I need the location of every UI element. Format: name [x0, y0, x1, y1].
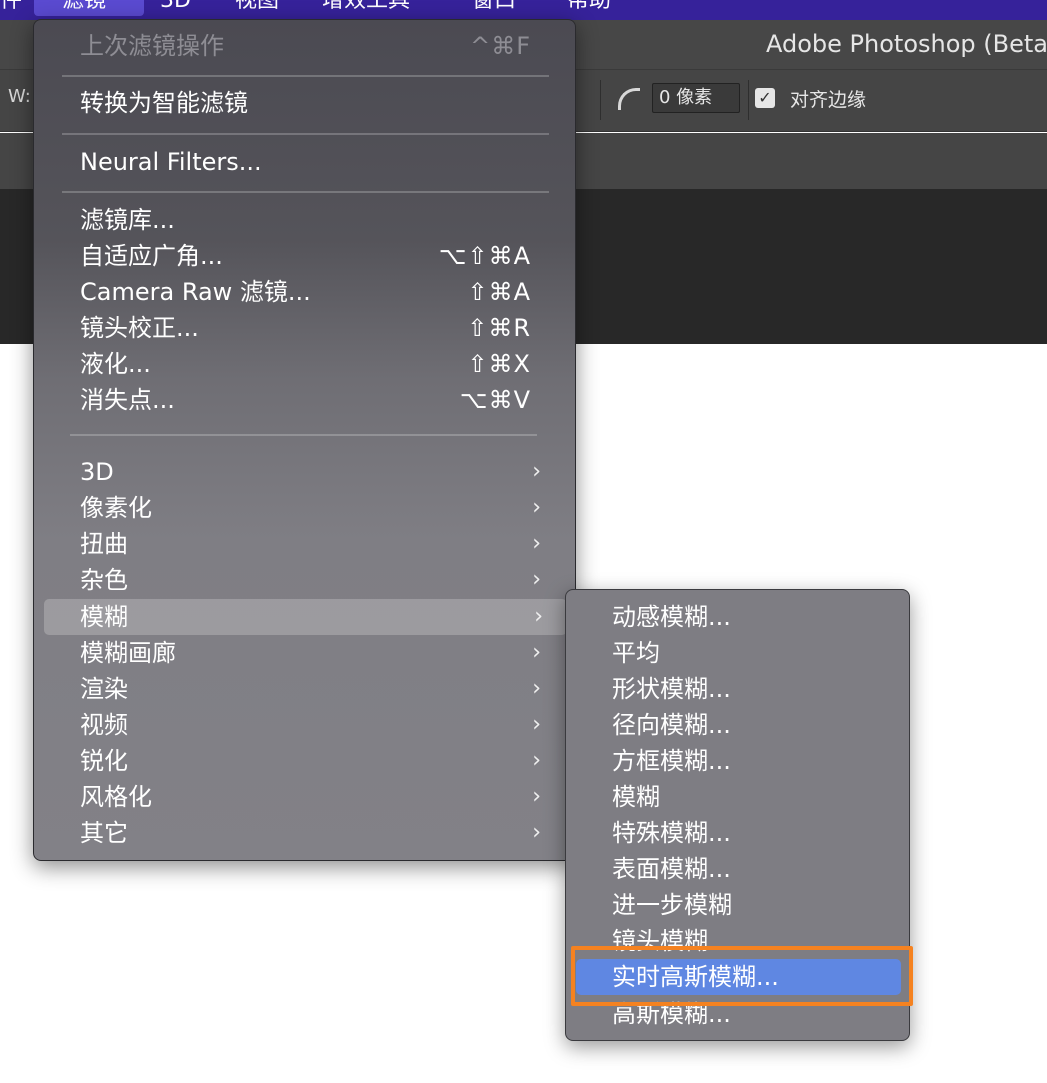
menu-item-last-filter: 上次滤镜操作 ^⌘F: [34, 28, 575, 64]
menu-item-label: 滤镜库...: [80, 206, 175, 234]
submenu-item-shape-blur[interactable]: 形状模糊...: [566, 671, 909, 707]
align-edges-checkbox[interactable]: ✓: [755, 88, 775, 108]
submenu-item-label: 平均: [612, 639, 660, 667]
menu-item-camera-raw[interactable]: Camera Raw 滤镜... ⇧⌘A: [34, 274, 575, 310]
submenu-item-smart-blur[interactable]: 特殊模糊...: [566, 815, 909, 851]
macos-menubar: 件 滤镜 3D 视图 增效工具 窗口 帮助: [0, 0, 1047, 20]
chevron-right-icon: ›: [532, 531, 541, 556]
submenu-item-label: 形状模糊...: [612, 675, 731, 703]
chevron-right-icon: ›: [532, 820, 541, 845]
menubar-item-filter[interactable]: 滤镜: [62, 0, 106, 16]
menu-divider: [62, 133, 549, 135]
submenu-item-blur[interactable]: 模糊: [566, 779, 909, 815]
menu-item-label: 风格化: [80, 783, 152, 811]
menubar-item-file[interactable]: 件: [0, 0, 22, 16]
menu-item-lens-correction[interactable]: 镜头校正... ⇧⌘R: [34, 310, 575, 346]
submenu-item-label: 进一步模糊: [612, 891, 732, 919]
submenu-item-label: 方框模糊...: [612, 747, 731, 775]
menu-item-shortcut: ⌥⇧⌘A: [438, 242, 531, 270]
menu-item-shortcut: ⇧⌘A: [467, 278, 531, 306]
menu-item-label: 模糊: [80, 603, 128, 631]
chevron-right-icon: ›: [532, 784, 541, 809]
chevron-right-icon: ›: [532, 459, 541, 484]
chevron-right-icon: ›: [532, 495, 541, 520]
chevron-right-icon: ›: [532, 567, 541, 592]
submenu-item-label: 模糊: [612, 783, 660, 811]
submenu-item-label: 特殊模糊...: [612, 819, 731, 847]
menu-item-other[interactable]: 其它 ›: [34, 815, 575, 851]
menu-divider: [70, 434, 537, 436]
menu-item-label: 镜头校正...: [80, 314, 199, 342]
menu-item-label: 自适应广角...: [80, 242, 223, 270]
menu-item-shortcut: ^⌘F: [470, 32, 531, 60]
menu-item-label: 视频: [80, 711, 128, 739]
radius-input[interactable]: 0 像素: [652, 83, 740, 113]
chevron-right-icon: ›: [532, 676, 541, 701]
menu-item-label: Neural Filters...: [80, 148, 262, 176]
menu-item-video[interactable]: 视频 ›: [34, 707, 575, 743]
menubar-item-3d[interactable]: 3D: [160, 0, 191, 16]
menubar-item-window[interactable]: 窗口: [472, 0, 516, 16]
menu-item-shortcut: ⇧⌘R: [467, 314, 531, 342]
menu-item-label: 扭曲: [80, 530, 128, 558]
menu-item-label: 上次滤镜操作: [80, 32, 224, 60]
submenu-item-label: 动感模糊...: [612, 603, 731, 631]
menu-item-3d[interactable]: 3D ›: [34, 454, 575, 490]
menu-item-label: 转换为智能滤镜: [80, 89, 248, 117]
menu-item-vanishing-point[interactable]: 消失点... ⌥⌘V: [34, 382, 575, 418]
menu-item-stylize[interactable]: 风格化 ›: [34, 779, 575, 815]
submenu-item-box-blur[interactable]: 方框模糊...: [566, 743, 909, 779]
submenu-item-label: 径向模糊...: [612, 711, 731, 739]
menu-item-label: 液化...: [80, 350, 151, 378]
width-label: W:: [8, 86, 31, 107]
menu-item-pixelate[interactable]: 像素化 ›: [34, 490, 575, 526]
menu-item-sharpen[interactable]: 锐化 ›: [34, 743, 575, 779]
menu-item-distort[interactable]: 扭曲 ›: [34, 526, 575, 562]
menubar-item-view[interactable]: 视图: [235, 0, 279, 16]
menubar-item-plugins[interactable]: 增效工具: [322, 0, 410, 16]
chevron-right-icon: ›: [534, 604, 543, 629]
menu-item-label: 3D: [80, 458, 114, 486]
options-separator: [748, 80, 749, 120]
menu-item-convert-smart-filter[interactable]: 转换为智能滤镜: [34, 85, 575, 121]
chevron-right-icon: ›: [532, 748, 541, 773]
menu-item-label: 锐化: [80, 747, 128, 775]
menu-item-neural-filters[interactable]: Neural Filters...: [34, 144, 575, 180]
menu-item-noise[interactable]: 杂色 ›: [34, 562, 575, 598]
menubar-item-help[interactable]: 帮助: [567, 0, 611, 16]
menu-item-blur-gallery[interactable]: 模糊画廊 ›: [34, 635, 575, 671]
highlight-annotation-box: [571, 946, 913, 1006]
menu-item-filter-gallery[interactable]: 滤镜库...: [34, 202, 575, 238]
menu-item-shortcut: ⇧⌘X: [467, 350, 531, 378]
filter-menu: 上次滤镜操作 ^⌘F 转换为智能滤镜 Neural Filters... 滤镜库…: [33, 19, 576, 861]
submenu-item-surface-blur[interactable]: 表面模糊...: [566, 851, 909, 887]
corner-radius-icon: [618, 88, 640, 110]
chevron-right-icon: ›: [532, 712, 541, 737]
submenu-item-motion-blur[interactable]: 动感模糊...: [566, 599, 909, 635]
menu-item-label: 其它: [80, 819, 128, 847]
menu-item-blur[interactable]: 模糊 ›: [44, 599, 567, 635]
menu-item-label: Camera Raw 滤镜...: [80, 278, 311, 306]
menu-item-label: 渲染: [80, 675, 128, 703]
align-edges-label: 对齐边缘: [790, 89, 867, 111]
menu-item-adaptive-wide-angle[interactable]: 自适应广角... ⌥⇧⌘A: [34, 238, 575, 274]
submenu-item-average[interactable]: 平均: [566, 635, 909, 671]
submenu-item-label: 表面模糊...: [612, 855, 731, 883]
menu-item-label: 模糊画廊: [80, 639, 176, 667]
menu-item-shortcut: ⌥⌘V: [459, 386, 531, 414]
submenu-item-blur-more[interactable]: 进一步模糊: [566, 887, 909, 923]
menu-item-label: 消失点...: [80, 386, 175, 414]
submenu-item-radial-blur[interactable]: 径向模糊...: [566, 707, 909, 743]
menu-divider: [62, 75, 549, 77]
menu-item-label: 像素化: [80, 494, 152, 522]
menu-divider: [62, 191, 549, 193]
menu-item-liquify[interactable]: 液化... ⇧⌘X: [34, 346, 575, 382]
app-title: Adobe Photoshop (Beta: [766, 30, 1047, 58]
menu-item-label: 杂色: [80, 566, 128, 594]
menu-item-render[interactable]: 渲染 ›: [34, 671, 575, 707]
options-separator: [600, 80, 601, 120]
chevron-right-icon: ›: [532, 640, 541, 665]
